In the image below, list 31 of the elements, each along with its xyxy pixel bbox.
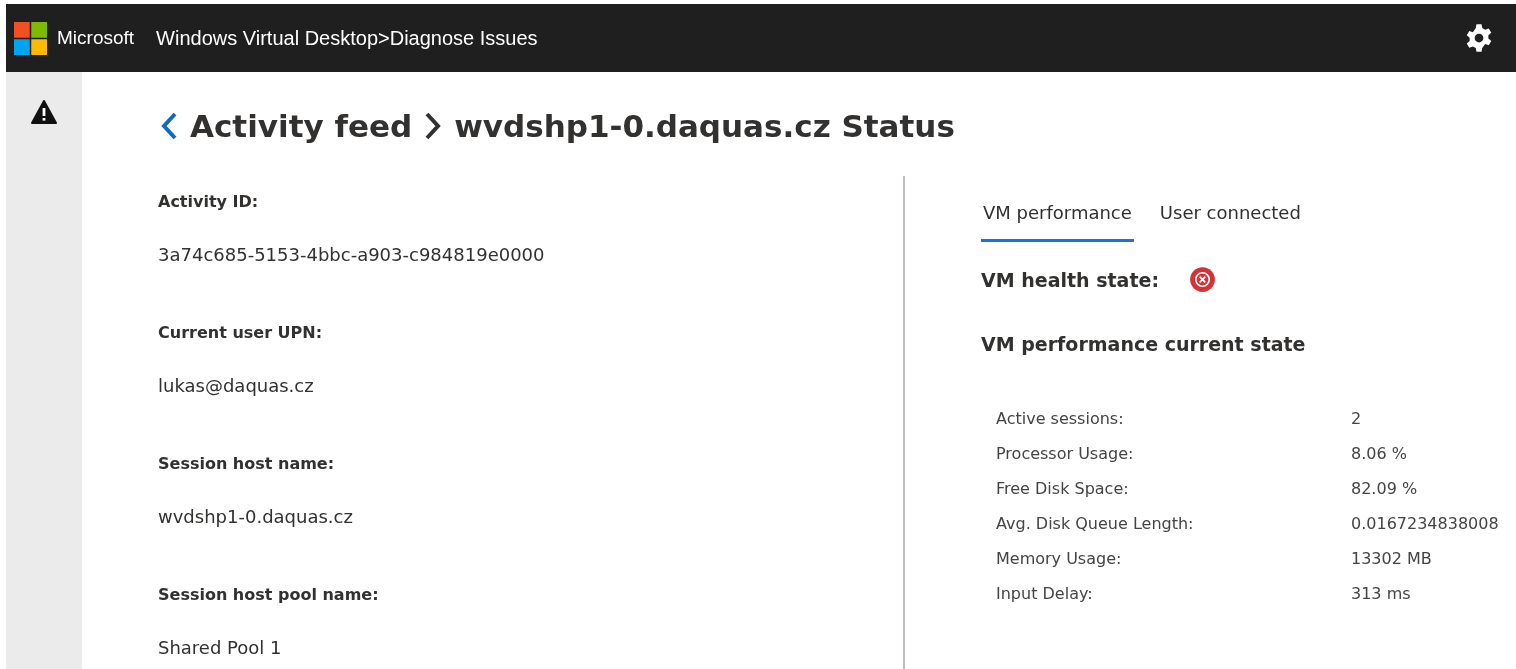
metric-value: 0.0167234838008 [1351, 514, 1500, 533]
field-label: Activity ID: [158, 192, 260, 213]
metric-label: Memory Usage: [996, 549, 1123, 568]
metric-value: 8.06 % [1351, 444, 1408, 463]
field-value: Shared Pool 1 [158, 636, 283, 660]
metric-value: 82.09 % [1351, 479, 1419, 498]
field-label: Current user UPN: [158, 323, 324, 344]
metric-label: Input Delay: [996, 584, 1094, 603]
logo-icon [14, 21, 47, 55]
metric-value: 313 ms [1351, 584, 1412, 603]
tab[interactable]: VM performance [981, 176, 1134, 242]
metric-value: 13302 MB [1351, 549, 1433, 568]
field-value: 3a74c685-5153-4bbc-a903-c984819e0000 [158, 243, 546, 267]
metric-value: 2 [1351, 409, 1363, 428]
breadcrumb-link[interactable]: Activity feed [190, 108, 413, 144]
field-label: Session host name: [158, 454, 336, 475]
page-title: wvdshp1-0.daquas.cz Status [454, 108, 955, 144]
field-value: lukas@daquas.cz [158, 374, 315, 398]
field-label: Session host pool name: [158, 585, 380, 606]
metric-label: Avg. Disk Queue Length: [996, 514, 1195, 533]
settings-icon[interactable] [1464, 23, 1494, 53]
warning-icon[interactable] [31, 100, 57, 124]
health-label: VM health state: [981, 268, 1159, 291]
metric-label: Active sessions: [996, 409, 1125, 428]
section-heading: VM performance current state [981, 333, 1307, 355]
metric-label: Free Disk Space: [996, 479, 1130, 498]
metric-label: Processor Usage: [996, 444, 1135, 463]
app-title: Windows Virtual Desktop>Diagnose Issues [156, 26, 539, 50]
tab[interactable]: User connected [1157, 176, 1303, 242]
brand-name: Microsoft [57, 27, 135, 49]
field-value: wvdshp1-0.daquas.cz [158, 505, 354, 529]
